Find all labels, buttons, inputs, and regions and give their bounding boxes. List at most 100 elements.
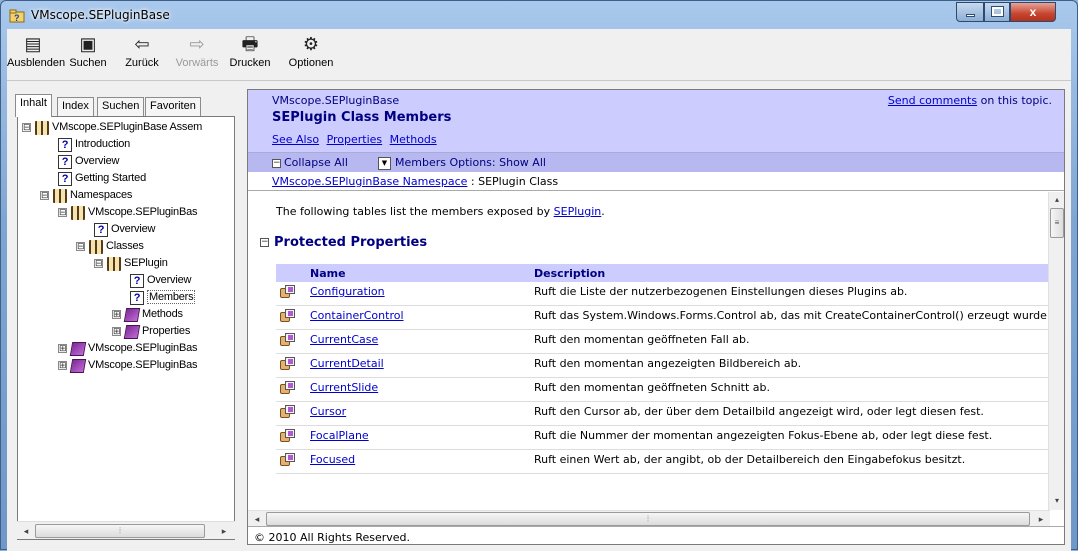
member-name-link[interactable]: Configuration <box>310 285 385 298</box>
name-column-header: Name <box>306 264 530 282</box>
expand-icon[interactable]: ⊞ <box>112 310 121 319</box>
scroll-right-icon[interactable]: ▸ <box>217 524 231 538</box>
member-name-link[interactable]: Focused <box>310 453 355 466</box>
client-area: Inhalt Index Suchen Favoriten ⊟ VMscope.S… <box>7 81 1071 551</box>
contents-tree[interactable]: ⊟ VMscope.SEPluginBase Assem ? Introductio… <box>17 116 235 540</box>
namespace-breadcrumb-link[interactable]: VMscope.SEPluginBase Namespace <box>272 175 467 188</box>
scroll-up-icon[interactable]: ▴ <box>1050 193 1064 207</box>
see-also-link[interactable]: See Also <box>272 133 319 146</box>
tab-search[interactable]: Suchen <box>97 97 145 116</box>
table-row: Focused Ruft einen Wert ab, der angibt, o… <box>276 449 1048 474</box>
forward-label: Vorwärts <box>175 57 219 69</box>
collapse-icon[interactable]: ⊟ <box>76 242 85 251</box>
member-description: Ruft die Nummer der momentan angezeigten… <box>530 425 1048 450</box>
expand-icon[interactable]: ⊞ <box>58 361 67 370</box>
table-row: Cursor Ruft den Cursor ab, der über dem D… <box>276 401 1048 426</box>
section-title: Protected Properties <box>274 235 428 250</box>
maximize-button[interactable] <box>984 2 1010 22</box>
tree-item-classes[interactable]: ⊟ Classes <box>76 239 144 256</box>
tree-item-namespaces[interactable]: ⊟ Namespaces <box>40 188 132 205</box>
scroll-right-icon[interactable]: ▸ <box>1034 512 1048 526</box>
members-options-bar: − Collapse All ▼ Members Options: Show All <box>248 152 1064 172</box>
comments-suffix: on this topic. <box>977 94 1052 107</box>
book-icon <box>89 239 103 254</box>
tree-item-class-overview[interactable]: ? Overview <box>130 273 191 290</box>
tree-item-assembly[interactable]: ⊟ VMscope.SEPluginBase Assem <box>22 120 202 137</box>
icon-column-header <box>276 264 306 282</box>
collapse-all-button[interactable]: − Collapse All <box>272 156 348 169</box>
members-options-dropdown[interactable]: ▼ Members Options: Show All <box>378 156 546 170</box>
tree-item-namespace[interactable]: ⊟ VMscope.SEPluginBas <box>58 205 198 222</box>
hide-button[interactable]: ▤ Ausblenden <box>7 31 65 79</box>
tree-item-overview[interactable]: ? Overview <box>58 154 119 171</box>
member-name-link[interactable]: Cursor <box>310 405 346 418</box>
tab-contents[interactable]: Inhalt <box>15 94 52 117</box>
tree-item-methods[interactable]: ⊞ Methods <box>112 307 183 324</box>
property-icon-cell <box>276 282 306 306</box>
back-button[interactable]: ⇦ Zurück <box>119 31 165 79</box>
property-icon-cell <box>276 329 306 354</box>
breadcrumb: VMscope.SEPluginBase Namespace : SEPlugi… <box>248 172 1064 191</box>
tree-item-members[interactable]: ? Members <box>130 290 196 307</box>
collapse-icon: − <box>272 157 281 168</box>
print-button[interactable]: 🖶 Drucken <box>227 31 273 79</box>
scroll-thumb[interactable]: ⦙ <box>35 524 205 538</box>
member-description: Ruft den momentan geöffneten Schnitt ab. <box>530 377 1048 402</box>
help-page-icon: ? <box>130 290 144 305</box>
scroll-down-icon[interactable]: ▾ <box>1050 494 1064 508</box>
tree-item-namespace-2[interactable]: ⊞ VMscope.SEPluginBas <box>58 341 198 358</box>
members-table: Name Description Configuration Ruft die L… <box>276 264 1048 474</box>
collapse-icon[interactable]: ⊟ <box>22 123 31 132</box>
tree-item-ns-overview[interactable]: ? Overview <box>94 222 155 239</box>
collapse-icon[interactable]: ⊟ <box>40 191 49 200</box>
comments: Send comments on this topic. <box>888 94 1052 107</box>
header-links: See Also Properties Methods <box>272 133 441 146</box>
nav-horizontal-scrollbar[interactable]: ◂ ⦙ ▸ <box>17 521 235 539</box>
protected-property-icon <box>280 405 296 419</box>
minimize-button[interactable] <box>956 2 984 22</box>
scroll-left-icon[interactable]: ◂ <box>19 524 33 538</box>
scroll-left-icon[interactable]: ◂ <box>250 512 264 526</box>
collapse-icon[interactable]: ⊟ <box>58 208 67 217</box>
send-comments-link[interactable]: Send comments <box>888 94 977 107</box>
member-name-link[interactable]: FocalPlane <box>310 429 369 442</box>
expand-icon[interactable]: ⊞ <box>112 327 121 336</box>
scroll-thumb[interactable]: ≡ <box>1050 208 1064 238</box>
tab-index[interactable]: Index <box>57 97 94 116</box>
tree-item-getting-started[interactable]: ? Getting Started <box>58 171 146 188</box>
options-button[interactable]: ⚙ Optionen <box>285 31 337 79</box>
tree-item-seplugin[interactable]: ⊟ SEPlugin <box>94 256 168 273</box>
topic-horizontal-scrollbar[interactable]: ◂ ⦙ ▸ <box>248 510 1050 526</box>
title-bar[interactable]: ? VMscope.SEPluginBase x <box>1 1 1077 29</box>
protected-property-icon <box>280 333 296 347</box>
properties-link[interactable]: Properties <box>327 133 383 146</box>
options-label: Optionen <box>288 57 334 69</box>
methods-link[interactable]: Methods <box>390 133 437 146</box>
member-name-cell: ContainerControl <box>306 305 530 330</box>
member-name-link[interactable]: CurrentDetail <box>310 357 384 370</box>
member-name-link[interactable]: ContainerControl <box>310 309 404 322</box>
collapse-icon[interactable]: ⊟ <box>94 259 103 268</box>
tree-item-namespace-3[interactable]: ⊞ VMscope.SEPluginBas <box>58 358 198 375</box>
locate-button[interactable]: ▣ Suchen <box>65 31 111 79</box>
tab-favorites[interactable]: Favoriten <box>145 97 201 116</box>
member-name-link[interactable]: CurrentSlide <box>310 381 378 394</box>
close-button[interactable]: x <box>1010 2 1056 22</box>
purple-book-icon <box>123 307 141 322</box>
scroll-thumb[interactable]: ⦙ <box>266 512 1030 526</box>
forward-button[interactable]: ⇨ Vorwärts <box>173 31 221 79</box>
section-protected-properties[interactable]: − Protected Properties <box>260 235 427 250</box>
member-name-link[interactable]: CurrentCase <box>310 333 378 346</box>
tree-item-introduction[interactable]: ? Introduction <box>58 137 130 154</box>
tree-item-properties[interactable]: ⊞ Properties <box>112 324 190 341</box>
breadcrumb-suffix: : SEPlugin Class <box>467 175 559 188</box>
property-icon-cell <box>276 353 306 378</box>
table-row: Configuration Ruft die Liste der nutzerbe… <box>276 282 1048 306</box>
topic-header: VMscope.SEPluginBase SEPlugin Class Memb… <box>248 90 1064 172</box>
minimize-icon <box>966 14 975 17</box>
print-label: Drucken <box>229 57 271 69</box>
member-name-cell: CurrentSlide <box>306 377 530 402</box>
topic-vertical-scrollbar[interactable]: ▴ ≡ ▾ <box>1048 192 1064 510</box>
expand-icon[interactable]: ⊞ <box>58 344 67 353</box>
seplugin-link[interactable]: SEPlugin <box>554 205 602 218</box>
